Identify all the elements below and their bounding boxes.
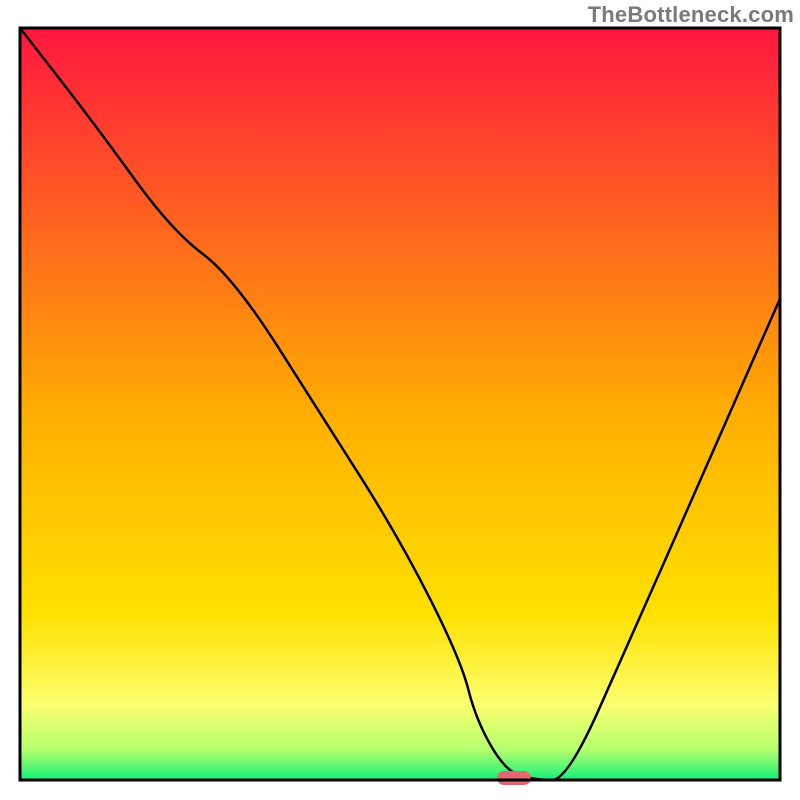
watermark-text: TheBottleneck.com (588, 2, 794, 28)
plot-background (20, 28, 780, 780)
plot-area (20, 28, 780, 785)
optimal-marker (497, 771, 531, 785)
chart-svg (0, 0, 800, 800)
chart-container: TheBottleneck.com (0, 0, 800, 800)
